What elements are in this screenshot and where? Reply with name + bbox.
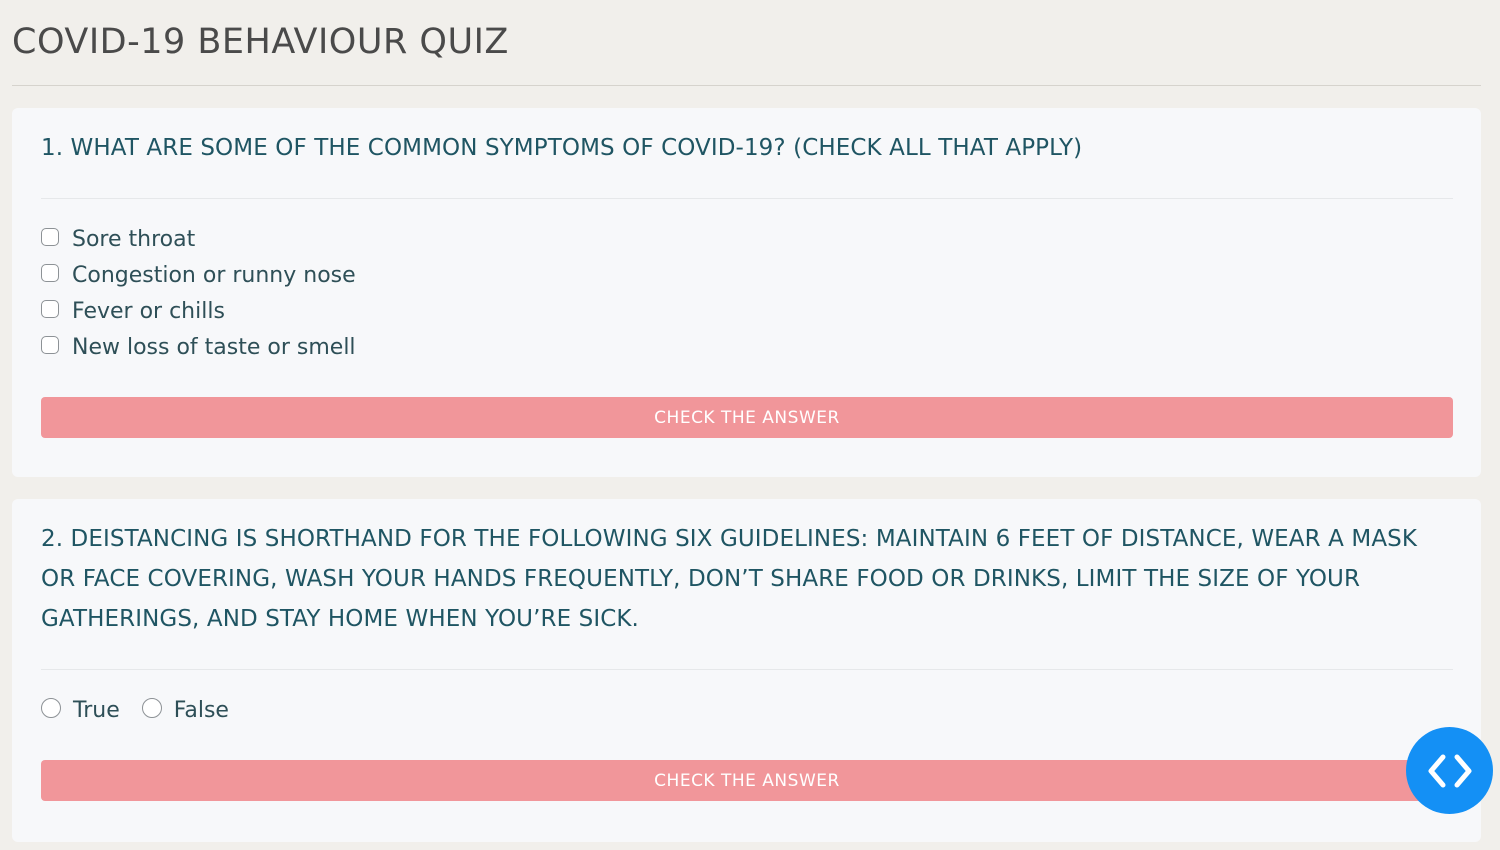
code-brackets-icon xyxy=(1428,754,1471,787)
question-1-options: Sore throat Congestion or runny nose Fev… xyxy=(41,222,356,366)
check-answer-button-2[interactable]: CHECK THE ANSWER xyxy=(41,760,1453,801)
radio-button[interactable] xyxy=(41,698,61,718)
option-fever[interactable]: Fever or chills xyxy=(41,294,356,330)
question-1-divider xyxy=(41,198,1453,199)
question-2-options: True False xyxy=(41,693,251,729)
question-card-1: 1. What are some of the common symptoms … xyxy=(12,108,1481,477)
check-answer-button-1[interactable]: CHECK THE ANSWER xyxy=(41,397,1453,438)
quiz-page: COVID-19 BEHAVIOUR QUIZ 1. What are some… xyxy=(0,0,1500,850)
question-card-2: 2. DEISTANCING is shorthand for the foll… xyxy=(12,499,1481,842)
page-title: COVID-19 BEHAVIOUR QUIZ xyxy=(12,22,509,62)
checkbox[interactable] xyxy=(41,264,59,282)
option-loss-of-taste[interactable]: New loss of taste or smell xyxy=(41,330,356,366)
option-congestion[interactable]: Congestion or runny nose xyxy=(41,258,356,294)
checkbox[interactable] xyxy=(41,228,59,246)
question-2-divider xyxy=(41,669,1453,670)
option-label: Sore throat xyxy=(72,227,196,252)
option-label: False xyxy=(173,698,229,723)
question-1-text: 1. What are some of the common symptoms … xyxy=(41,135,1083,161)
option-label: New loss of taste or smell xyxy=(72,335,356,360)
option-label: Fever or chills xyxy=(72,299,225,324)
option-false[interactable]: False xyxy=(141,693,229,729)
title-divider xyxy=(12,85,1481,86)
option-sore-throat[interactable]: Sore throat xyxy=(41,222,356,258)
checkbox[interactable] xyxy=(41,300,59,318)
radio-button[interactable] xyxy=(141,698,162,718)
option-label: True xyxy=(73,698,120,723)
checkbox[interactable] xyxy=(41,336,59,354)
option-label: Congestion or runny nose xyxy=(72,263,356,288)
code-nav-button[interactable] xyxy=(1406,727,1493,814)
option-true[interactable]: True xyxy=(41,693,120,729)
question-2-text: 2. DEISTANCING is shorthand for the foll… xyxy=(41,526,1418,632)
